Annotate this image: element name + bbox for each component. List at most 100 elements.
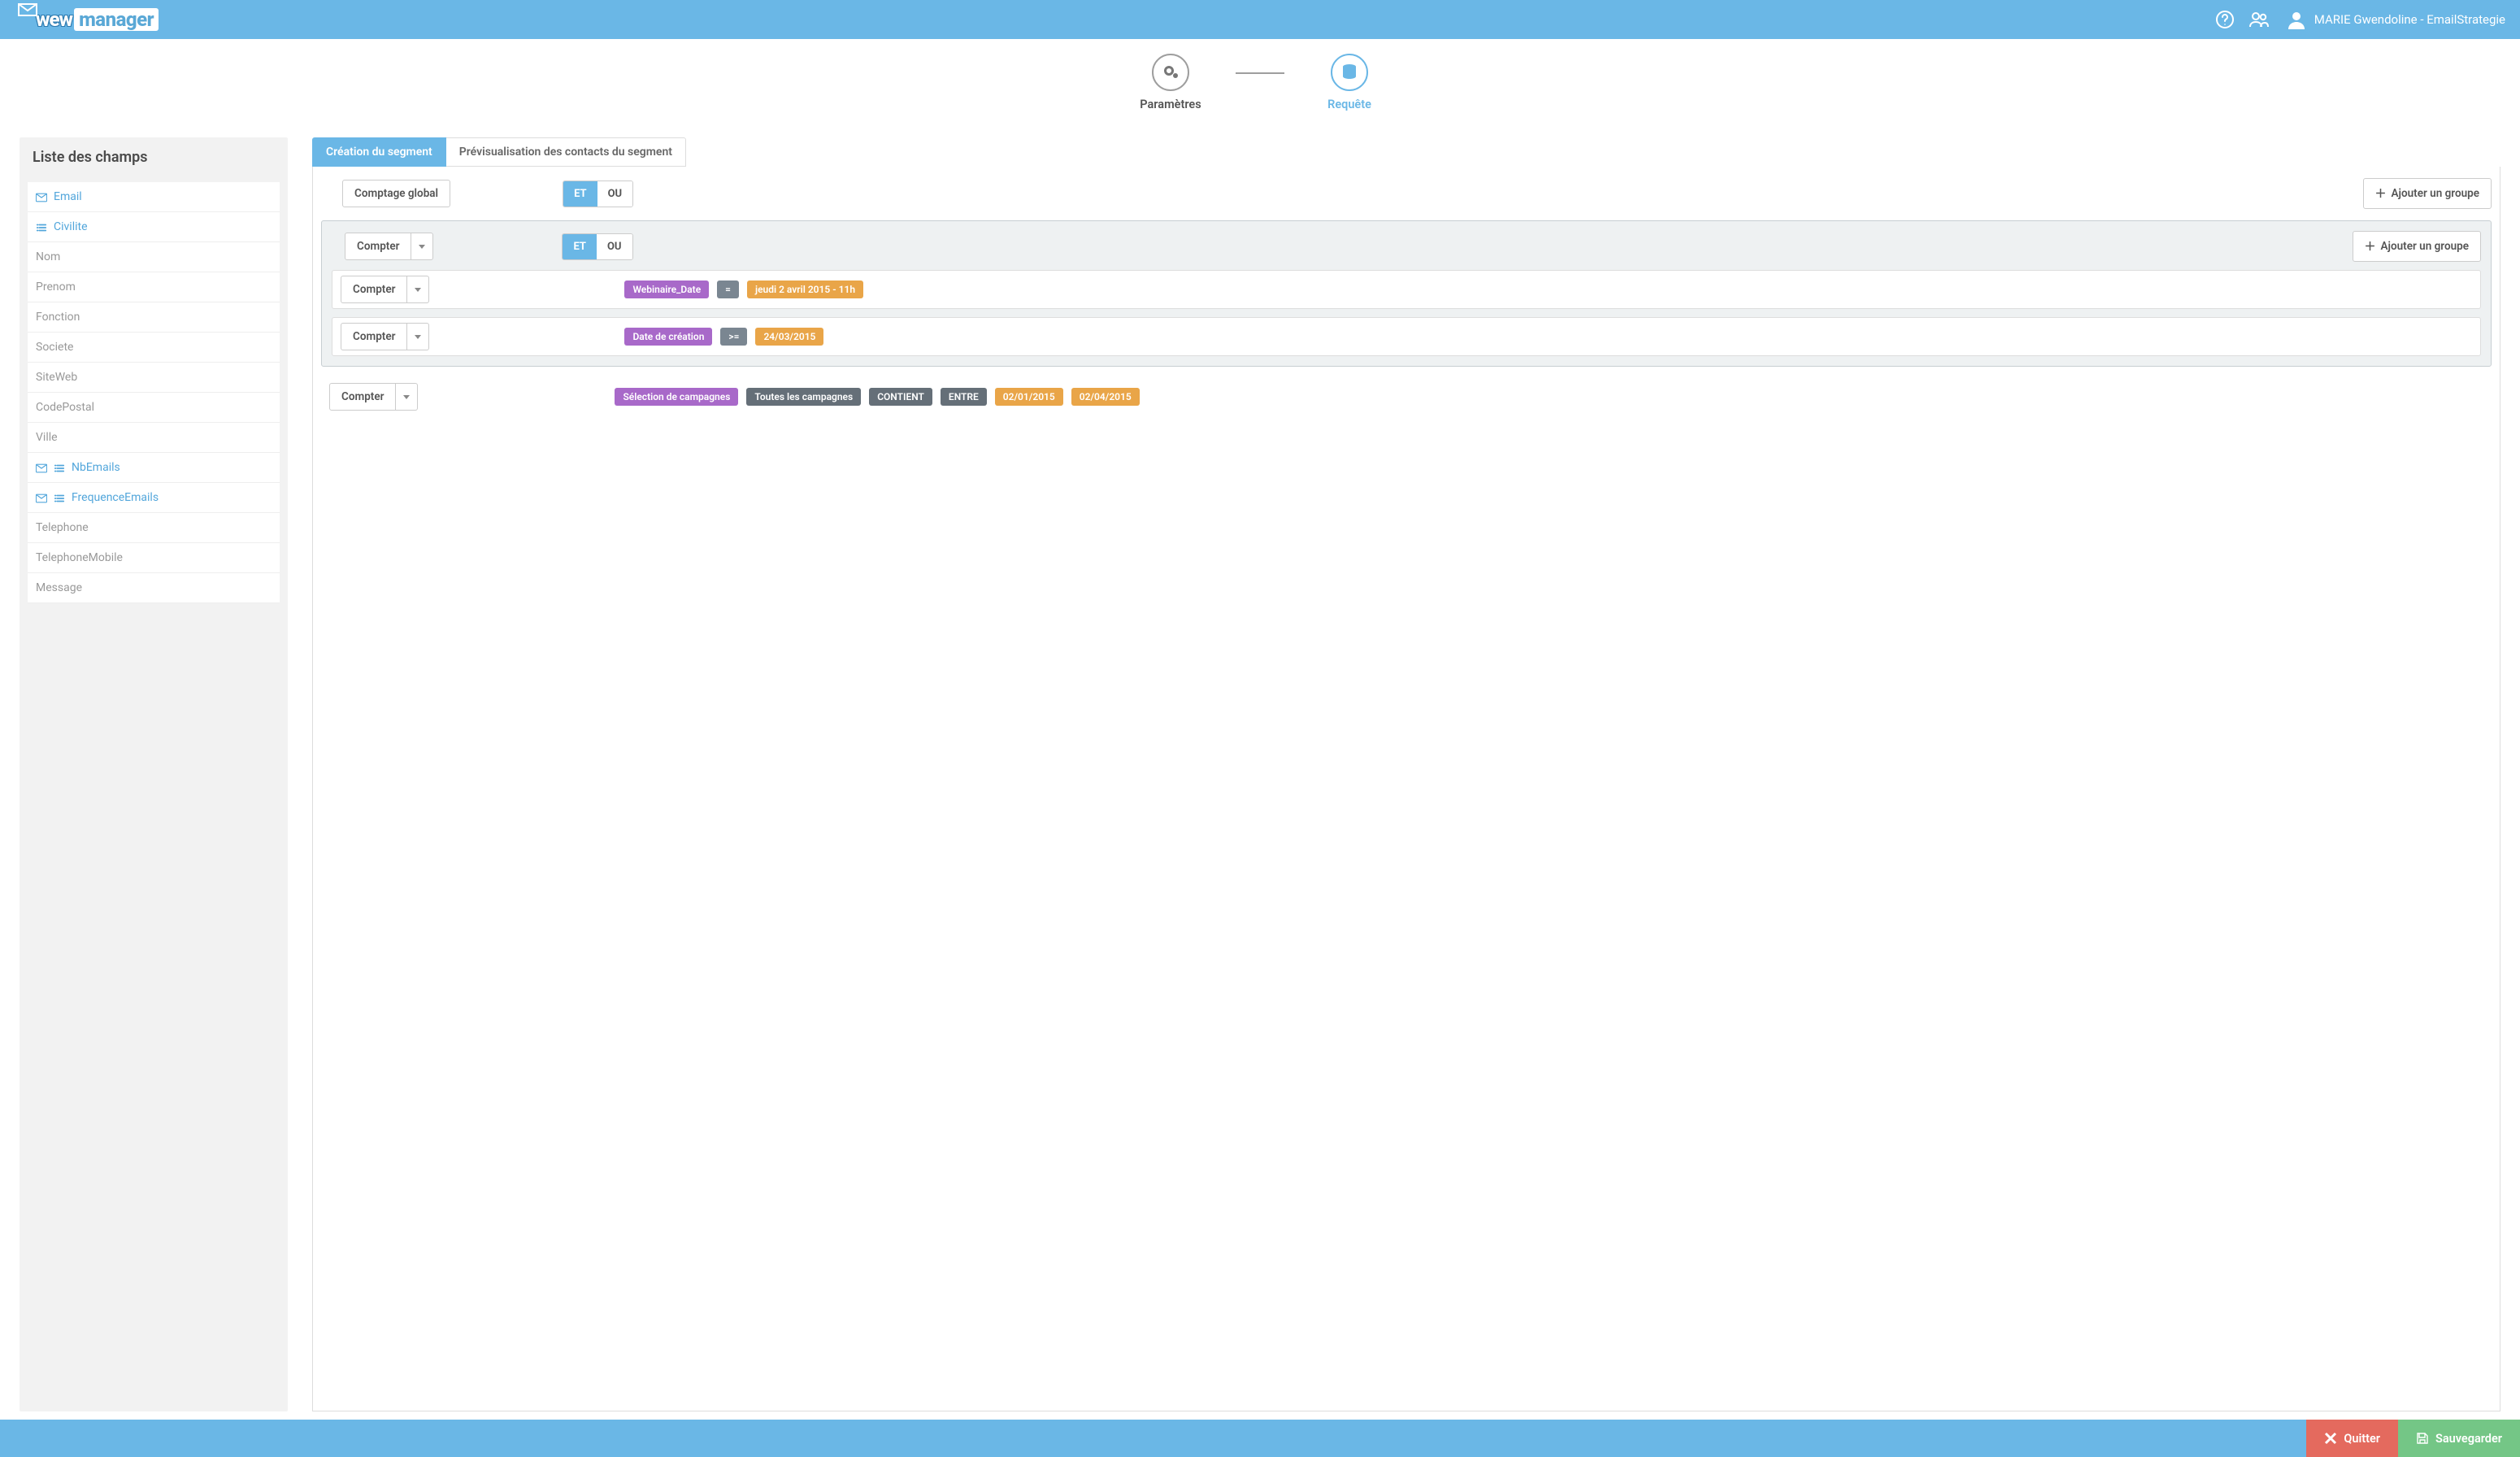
field-item-societe[interactable]: Societe bbox=[28, 333, 280, 363]
logic-toggle-outer[interactable]: ET OU bbox=[563, 180, 633, 207]
mail-icon bbox=[36, 493, 49, 502]
compter-split-r3[interactable]: Compter bbox=[329, 383, 418, 411]
add-group-nested[interactable]: ＋Ajouter un groupe bbox=[2353, 231, 2481, 262]
field-label: NbEmails bbox=[72, 461, 120, 474]
field-item-telephonemobile[interactable]: TelephoneMobile bbox=[28, 543, 280, 573]
rule3-op-tag[interactable]: CONTIENT bbox=[869, 388, 932, 406]
rule-row-2[interactable]: Compter Date de création >= 24/03/2015 bbox=[332, 317, 2481, 356]
compter-split-r1[interactable]: Compter bbox=[341, 276, 429, 303]
add-group-outer[interactable]: ＋Ajouter un groupe bbox=[2363, 178, 2492, 209]
gears-icon bbox=[1161, 63, 1180, 82]
caret-down-icon bbox=[419, 245, 425, 249]
builder-top-bar: Comptage global ET OU ＋Ajouter un groupe bbox=[321, 178, 2492, 209]
logic-et[interactable]: ET bbox=[563, 181, 597, 207]
segment-builder: Comptage global ET OU ＋Ajouter un groupe… bbox=[312, 167, 2500, 1411]
step-requete-label: Requête bbox=[1327, 98, 1371, 111]
rule1-field-tag[interactable]: Webinaire_Date bbox=[624, 281, 709, 298]
rule1-val-tag[interactable]: jeudi 2 avril 2015 - 11h bbox=[747, 281, 863, 298]
logo-envelope-icon bbox=[18, 0, 37, 20]
app-logo[interactable]: wew manager bbox=[15, 8, 159, 31]
rule3-range-tag[interactable]: ENTRE bbox=[941, 388, 987, 406]
rule-row-1[interactable]: Compter Webinaire_Date = jeudi 2 avril 2… bbox=[332, 270, 2481, 309]
list-icon bbox=[54, 493, 67, 502]
field-label: Prenom bbox=[36, 281, 76, 294]
plus-icon: ＋ bbox=[2375, 185, 2387, 202]
help-icon bbox=[2215, 10, 2235, 29]
compter-caret-r3[interactable] bbox=[396, 383, 418, 411]
field-item-prenom[interactable]: Prenom bbox=[28, 272, 280, 302]
field-item-nbemails[interactable]: NbEmails bbox=[28, 453, 280, 483]
rule2-val-tag[interactable]: 24/03/2015 bbox=[755, 328, 823, 346]
users-button[interactable] bbox=[2249, 10, 2269, 29]
save-button[interactable]: Sauvegarder bbox=[2398, 1420, 2520, 1457]
field-item-frequenceemails[interactable]: FrequenceEmails bbox=[28, 483, 280, 513]
logic-toggle-nested[interactable]: ET OU bbox=[562, 233, 632, 260]
brand-left: wew bbox=[36, 8, 72, 31]
fields-sidebar: Liste des champs EmailCiviliteNom Prenom F… bbox=[20, 137, 288, 1411]
quit-button[interactable]: Quitter bbox=[2306, 1420, 2398, 1457]
user-icon bbox=[2287, 10, 2306, 29]
step-parametres-label: Paramètres bbox=[1140, 98, 1201, 111]
sidebar-title: Liste des champs bbox=[20, 137, 288, 177]
tabs: Création du segment Prévisualisation des… bbox=[312, 137, 2500, 167]
field-item-siteweb[interactable]: SiteWeb bbox=[28, 363, 280, 393]
logic-et-nested[interactable]: ET bbox=[563, 234, 597, 259]
caret-down-icon bbox=[415, 335, 421, 339]
compter-split-nested[interactable]: Compter bbox=[345, 233, 433, 260]
user-label: MARIE Gwendoline - EmailStrategie bbox=[2314, 12, 2505, 27]
logic-ou[interactable]: OU bbox=[597, 181, 633, 207]
field-list[interactable]: EmailCiviliteNom Prenom Fonction Societe Sit… bbox=[23, 177, 285, 1407]
rule3-date2-tag[interactable]: 02/04/2015 bbox=[1071, 388, 1140, 406]
step-requete[interactable]: Requête bbox=[1284, 54, 1414, 111]
rule1-op-tag[interactable]: = bbox=[717, 281, 739, 298]
compter-split-r2[interactable]: Compter bbox=[341, 323, 429, 350]
tab-creation[interactable]: Création du segment bbox=[312, 137, 446, 167]
user-menu[interactable]: MARIE Gwendoline - EmailStrategie bbox=[2287, 10, 2505, 29]
brand-right: manager bbox=[74, 8, 159, 31]
field-label: CodePostal bbox=[36, 401, 94, 414]
field-item-telephone[interactable]: Telephone bbox=[28, 513, 280, 543]
compter-button[interactable]: Compter bbox=[345, 233, 411, 260]
rule2-field-tag[interactable]: Date de création bbox=[624, 328, 712, 346]
step-connector bbox=[1236, 72, 1284, 74]
save-icon bbox=[2416, 1432, 2429, 1445]
field-item-email[interactable]: Email bbox=[28, 182, 280, 212]
global-count-button[interactable]: Comptage global bbox=[342, 180, 450, 207]
plus-icon: ＋ bbox=[2365, 238, 2376, 254]
step-parametres[interactable]: Paramètres bbox=[1106, 54, 1236, 111]
compter-button-r3[interactable]: Compter bbox=[329, 383, 396, 411]
compter-caret[interactable] bbox=[411, 233, 433, 260]
tab-preview[interactable]: Prévisualisation des contacts du segment bbox=[446, 137, 686, 167]
compter-button-r1[interactable]: Compter bbox=[341, 276, 407, 303]
field-label: Societe bbox=[36, 341, 73, 354]
compter-caret-r1[interactable] bbox=[407, 276, 429, 303]
field-label: TelephoneMobile bbox=[36, 551, 123, 564]
caret-down-icon bbox=[403, 395, 410, 399]
field-item-fonction[interactable]: Fonction bbox=[28, 302, 280, 333]
step-indicator: Paramètres Requête bbox=[0, 39, 2520, 116]
field-label: FrequenceEmails bbox=[72, 491, 159, 504]
field-label: Ville bbox=[36, 431, 58, 444]
field-item-nom[interactable]: Nom bbox=[28, 242, 280, 272]
field-item-codepostal[interactable]: CodePostal bbox=[28, 393, 280, 423]
bottom-bar: Quitter Sauvegarder bbox=[0, 1420, 2520, 1457]
field-label: Message bbox=[36, 581, 82, 594]
rule2-op-tag[interactable]: >= bbox=[720, 328, 747, 346]
rule3-date1-tag[interactable]: 02/01/2015 bbox=[995, 388, 1063, 406]
database-icon bbox=[1340, 63, 1359, 82]
help-button[interactable] bbox=[2215, 10, 2235, 29]
compter-button-r2[interactable]: Compter bbox=[341, 323, 407, 350]
field-item-ville[interactable]: Ville bbox=[28, 423, 280, 453]
topbar: wew manager MARIE Gwendoline - EmailStra… bbox=[0, 0, 2520, 39]
field-label: Telephone bbox=[36, 521, 89, 534]
rule-row-3[interactable]: Compter Sélection de campagnes Toutes le… bbox=[329, 378, 2492, 415]
field-item-civilite[interactable]: Civilite bbox=[28, 212, 280, 242]
list-icon bbox=[36, 222, 49, 232]
rule3-scope-tag[interactable]: Toutes les campagnes bbox=[746, 388, 861, 406]
compter-caret-r2[interactable] bbox=[407, 323, 429, 350]
rule3-field-tag[interactable]: Sélection de campagnes bbox=[615, 388, 738, 406]
field-item-message[interactable]: Message bbox=[28, 573, 280, 603]
users-icon bbox=[2249, 10, 2269, 29]
nested-group: Compter ET OU ＋Ajouter un groupe Compter bbox=[321, 220, 2492, 367]
logic-ou-nested[interactable]: OU bbox=[597, 234, 632, 259]
